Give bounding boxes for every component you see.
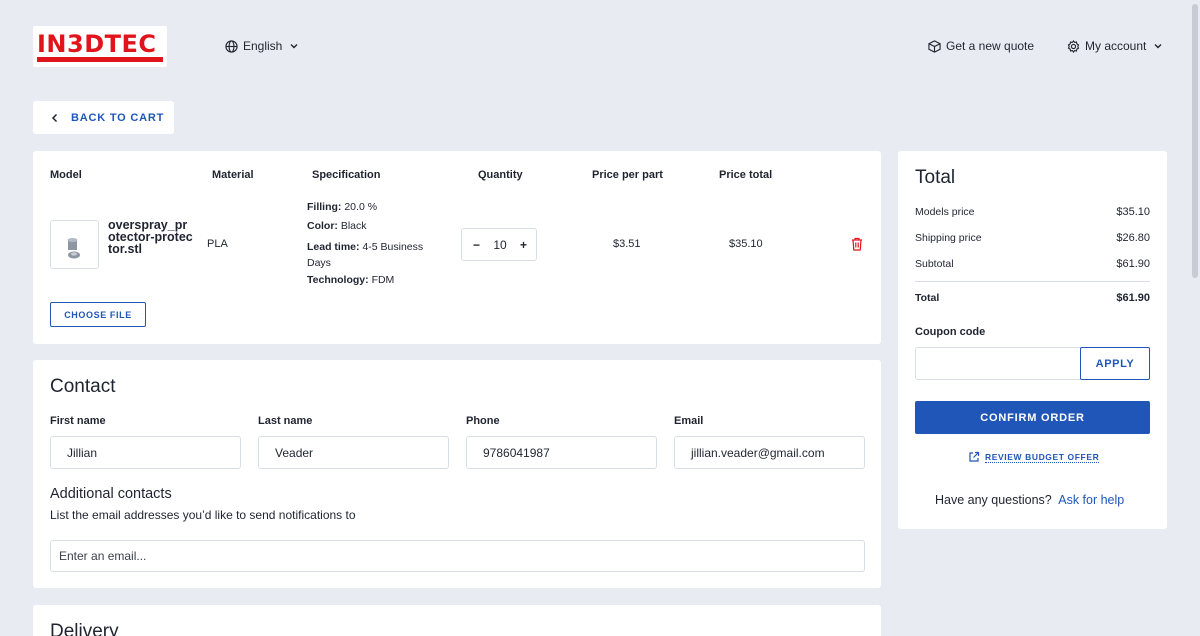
model-filename: overspray_pr otector-protec tor.stl xyxy=(108,219,193,256)
shipping-price-label: Shipping price xyxy=(915,232,982,244)
external-link-icon xyxy=(968,451,980,463)
price-per-part-value: $3.51 xyxy=(613,238,641,250)
contact-card: Contact First name Last name Phone Email… xyxy=(33,360,881,588)
column-header-price-total: Price total xyxy=(719,169,773,181)
ask-for-help-link[interactable]: Ask for help xyxy=(1058,493,1124,507)
first-name-field[interactable]: Jillian xyxy=(50,436,241,469)
box-icon xyxy=(928,39,941,53)
last-name-field[interactable]: Veader xyxy=(258,436,449,469)
shipping-price-value: $26.80 xyxy=(1116,232,1150,244)
additional-email-input[interactable]: Enter an email... xyxy=(50,540,865,572)
color-label: Color: xyxy=(307,220,338,232)
logo-underline xyxy=(37,57,163,62)
technology-label: Technology: xyxy=(307,274,369,286)
specification-details: Filling: 20.0 % Color: Black Lead time: … xyxy=(307,198,423,290)
globe-icon xyxy=(225,39,238,53)
column-header-model: Model xyxy=(50,169,82,181)
column-header-quantity: Quantity xyxy=(478,169,523,181)
page-scrollbar[interactable] xyxy=(1192,4,1198,278)
email-label: Email xyxy=(674,415,704,427)
technology-value: FDM xyxy=(371,274,395,286)
gear-icon xyxy=(1067,39,1080,53)
account-menu[interactable]: My account xyxy=(1067,39,1163,53)
column-header-specification: Specification xyxy=(312,169,381,181)
model-preview-icon xyxy=(67,238,80,259)
coupon-code-label: Coupon code xyxy=(915,326,986,338)
delivery-card: Delivery xyxy=(33,605,881,636)
model-filename-line: tor.stl xyxy=(108,242,143,256)
model-thumbnail[interactable] xyxy=(50,220,99,269)
confirm-order-button[interactable]: CONFIRM ORDER xyxy=(915,401,1150,434)
language-label: English xyxy=(243,39,283,53)
back-to-cart-button[interactable]: BACK TO CART xyxy=(33,101,174,134)
language-selector[interactable]: English xyxy=(225,39,299,53)
account-label: My account xyxy=(1085,39,1147,53)
additional-contacts-title: Additional contacts xyxy=(50,486,172,502)
decrement-button[interactable]: − xyxy=(473,238,480,252)
price-total-value: $35.10 xyxy=(729,238,763,250)
back-to-cart-label: BACK TO CART xyxy=(71,111,165,124)
first-name-label: First name xyxy=(50,415,106,427)
cart-card: Model Material Specification Quantity Pr… xyxy=(33,151,881,344)
lead-time-value: Days xyxy=(307,257,331,269)
quantity-value[interactable]: 10 xyxy=(493,238,506,252)
quantity-stepper[interactable]: − 10 + xyxy=(461,228,537,261)
apply-coupon-button[interactable]: APPLY xyxy=(1080,347,1150,380)
delivery-title: Delivery xyxy=(50,621,119,636)
total-value: $61.90 xyxy=(1116,292,1150,304)
subtotal-value: $61.90 xyxy=(1116,258,1150,270)
new-quote-label: Get a new quote xyxy=(946,39,1035,53)
logo[interactable]: IN3DTEC xyxy=(33,26,167,67)
choose-file-button[interactable]: CHOOSE FILE xyxy=(50,302,146,327)
column-header-material: Material xyxy=(212,169,254,181)
chevron-down-icon xyxy=(1153,41,1163,51)
delete-item-button[interactable] xyxy=(851,237,863,251)
total-label: Total xyxy=(915,292,940,304)
email-field[interactable]: jillian.veader@gmail.com xyxy=(674,436,865,469)
coupon-code-input[interactable] xyxy=(915,347,1081,380)
subtotal-label: Subtotal xyxy=(915,258,954,270)
logo-text: IN3DTEC xyxy=(37,30,157,58)
column-header-price-per-part: Price per part xyxy=(592,169,663,181)
summary-divider xyxy=(915,281,1150,282)
trash-icon xyxy=(851,237,863,251)
increment-button[interactable]: + xyxy=(520,238,527,252)
models-price-value: $35.10 xyxy=(1116,206,1150,218)
order-summary-card: Total Models price $35.10 Shipping price… xyxy=(898,151,1167,529)
lead-time-value: 4-5 Business xyxy=(362,241,424,253)
contact-title: Contact xyxy=(50,376,116,397)
material-value: PLA xyxy=(207,238,228,250)
chevron-down-icon xyxy=(289,41,299,51)
questions-text: Have any questions? xyxy=(935,493,1052,507)
help-line: Have any questions? Ask for help xyxy=(935,493,1124,507)
review-budget-offer-link[interactable]: REVIEW BUDGET OFFER xyxy=(968,451,1100,463)
color-value: Black xyxy=(340,220,367,232)
lead-time-label: Lead time: xyxy=(307,241,360,253)
additional-contacts-description: List the email addresses you’d like to s… xyxy=(50,508,356,522)
filling-value: 20.0 % xyxy=(344,201,378,213)
phone-field[interactable]: 9786041987 xyxy=(466,436,657,469)
summary-title: Total xyxy=(915,167,956,188)
chevron-left-icon xyxy=(51,113,59,123)
review-budget-offer-label: REVIEW BUDGET OFFER xyxy=(985,451,1100,463)
models-price-label: Models price xyxy=(915,206,975,218)
phone-label: Phone xyxy=(466,415,500,427)
last-name-label: Last name xyxy=(258,415,313,427)
new-quote-link[interactable]: Get a new quote xyxy=(928,39,1034,53)
filling-label: Filling: xyxy=(307,201,342,213)
